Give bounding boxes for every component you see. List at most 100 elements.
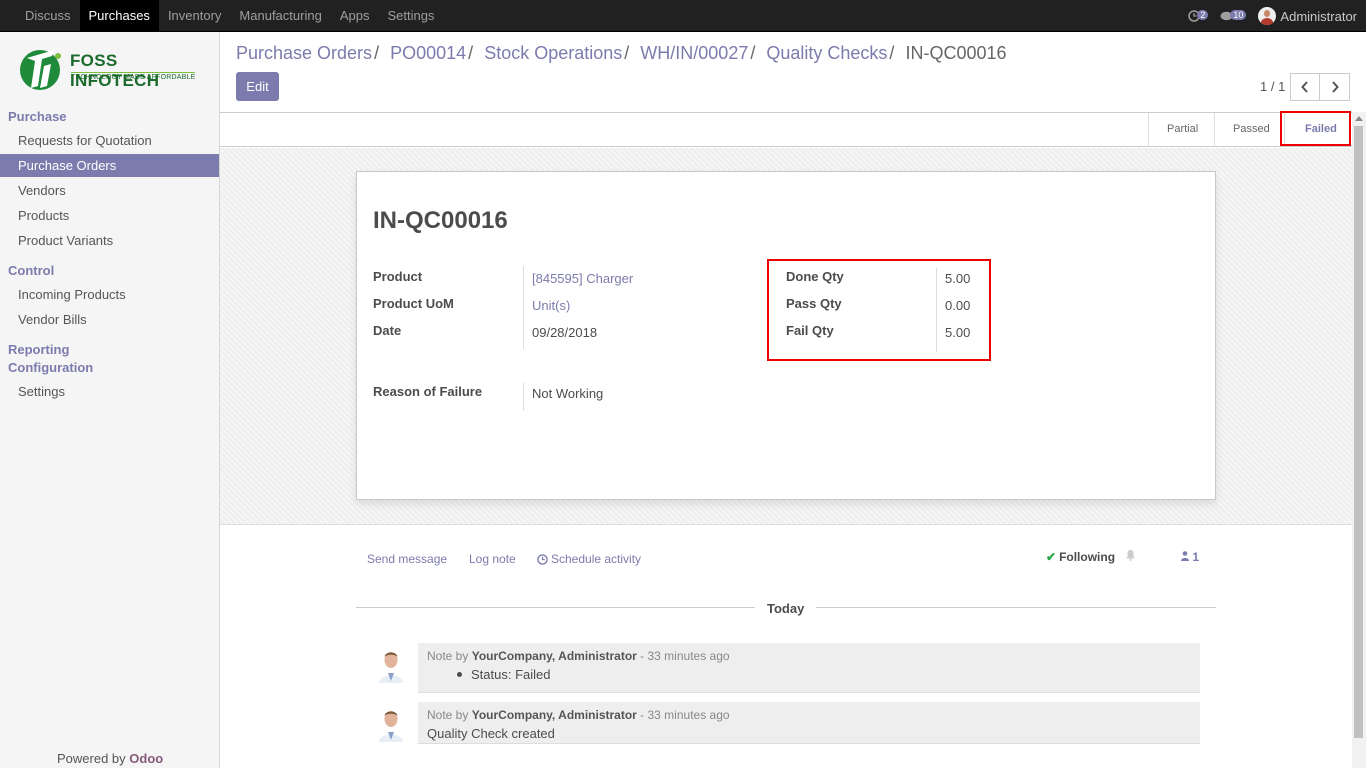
message-time: - 33 minutes ago bbox=[640, 708, 730, 722]
chevron-left-icon bbox=[1301, 81, 1308, 93]
reason-label: Reason of Failure bbox=[373, 384, 483, 399]
bell-icon[interactable] bbox=[1125, 549, 1136, 561]
message-item: Note by YourCompany, Administrator - 33 … bbox=[418, 643, 1200, 693]
uom-field[interactable]: Unit(s) bbox=[532, 298, 570, 313]
message-author-avatar bbox=[375, 645, 407, 683]
uom-label: Product UoM bbox=[373, 296, 454, 311]
breadcrumb-separator: / bbox=[374, 43, 380, 63]
breadcrumb-quality-checks[interactable]: Quality Checks bbox=[766, 43, 887, 63]
user-name: Administrator bbox=[1280, 8, 1357, 24]
breadcrumb-current: IN-QC00016 bbox=[905, 43, 1007, 63]
followers-button[interactable]: 1 bbox=[1181, 550, 1199, 564]
top-navbar: Discuss Purchases Inventory Manufacturin… bbox=[0, 0, 1366, 32]
message-header: Note by YourCompany, Administrator - 33 … bbox=[418, 702, 1200, 722]
message-count-badge: 10 bbox=[1230, 10, 1247, 20]
message-tracking: Status: Failed bbox=[418, 663, 1200, 682]
message-prefix: Note by bbox=[427, 649, 469, 663]
highlight-quantities bbox=[767, 259, 991, 361]
schedule-activity-button[interactable]: Schedule activity bbox=[537, 552, 641, 566]
sidebar-item-settings[interactable]: Settings bbox=[0, 380, 219, 403]
breadcrumb-separator: / bbox=[468, 43, 474, 63]
message-author-link[interactable]: YourCompany, Administrator bbox=[472, 649, 637, 663]
message-prefix: Note by bbox=[427, 708, 469, 722]
form-statusbar: Partial Passed Failed bbox=[220, 112, 1352, 147]
followers-count: 1 bbox=[1192, 550, 1200, 564]
author-avatar-icon bbox=[375, 704, 407, 742]
logo-name: FOSS INFOTECH bbox=[70, 51, 160, 90]
sidebar-item-vendors[interactable]: Vendors bbox=[0, 179, 219, 202]
scrollbar-thumb[interactable] bbox=[1354, 126, 1363, 738]
scroll-up-arrow-icon[interactable] bbox=[1355, 116, 1363, 121]
following-label: Following bbox=[1059, 550, 1116, 564]
breadcrumb-separator: / bbox=[750, 43, 756, 63]
breadcrumb-purchase-orders[interactable]: Purchase Orders bbox=[236, 43, 372, 63]
message-content: Quality Check created bbox=[427, 726, 555, 741]
following-button[interactable]: ✔ Following bbox=[1046, 550, 1115, 564]
pager-value[interactable]: 1 / 1 bbox=[1260, 79, 1285, 94]
menu-purchases[interactable]: Purchases bbox=[79, 0, 159, 32]
breadcrumb-separator: / bbox=[889, 43, 895, 63]
edit-button[interactable]: Edit bbox=[236, 72, 279, 101]
clock-icon bbox=[537, 553, 548, 565]
record-title: IN-QC00016 bbox=[373, 207, 508, 234]
highlight-failed-stage bbox=[1280, 111, 1351, 146]
message-tracking-value: Status: Failed bbox=[471, 667, 551, 682]
section-reporting[interactable]: Reporting bbox=[8, 342, 69, 357]
pager-previous-button[interactable] bbox=[1290, 73, 1320, 101]
menu-settings[interactable]: Settings bbox=[378, 0, 443, 32]
product-field[interactable]: [845595] Charger bbox=[532, 271, 633, 286]
logo-tagline: TECHNOLOGY MADE AFFORDABLE bbox=[71, 72, 196, 81]
breadcrumb: Purchase Orders / PO00014/ Stock Operatio… bbox=[236, 43, 1007, 64]
breadcrumb-separator: / bbox=[624, 43, 630, 63]
send-message-button[interactable]: Send message bbox=[367, 552, 447, 566]
section-purchase[interactable]: Purchase bbox=[8, 109, 67, 124]
product-label: Product bbox=[373, 269, 423, 284]
sidebar-item-products[interactable]: Products bbox=[0, 204, 219, 227]
sidebar-item-product-variants[interactable]: Product Variants bbox=[0, 229, 219, 252]
powered-brand-link[interactable]: Odoo bbox=[129, 751, 163, 766]
message-author-avatar bbox=[375, 704, 407, 742]
date-label: Date bbox=[373, 323, 402, 338]
company-logo: FOSS INFOTECH TECHNOLOGY MADE AFFORDABLE bbox=[18, 44, 203, 94]
date-field: 09/28/2018 bbox=[532, 325, 598, 340]
menu-apps[interactable]: Apps bbox=[331, 0, 379, 32]
check-icon: ✔ bbox=[1046, 550, 1057, 564]
menu-manufacturing[interactable]: Manufacturing bbox=[230, 0, 330, 32]
field-divider bbox=[523, 383, 524, 411]
log-note-button[interactable]: Log note bbox=[469, 552, 516, 566]
section-configuration[interactable]: Configuration bbox=[8, 360, 93, 375]
message-time: - 33 minutes ago bbox=[640, 649, 730, 663]
sidebar-item-incoming-products[interactable]: Incoming Products bbox=[0, 283, 219, 306]
stage-passed[interactable]: Passed bbox=[1214, 113, 1284, 146]
app-menu: Discuss Purchases Inventory Manufacturin… bbox=[16, 0, 443, 32]
stage-partial[interactable]: Partial bbox=[1148, 113, 1214, 146]
sidebar-item-purchase-orders[interactable]: Purchase Orders bbox=[0, 154, 219, 177]
user-menu[interactable]: Administrator bbox=[1258, 7, 1366, 25]
pager-next-button[interactable] bbox=[1320, 73, 1350, 101]
user-icon bbox=[1181, 551, 1189, 561]
vertical-scrollbar[interactable] bbox=[1352, 112, 1366, 768]
powered-by: Powered by Odoo bbox=[57, 751, 163, 766]
user-avatar bbox=[1258, 7, 1277, 25]
foss-logo-mark-icon bbox=[20, 50, 61, 90]
breadcrumb-po[interactable]: PO00014 bbox=[390, 43, 466, 63]
menu-discuss[interactable]: Discuss bbox=[16, 0, 80, 32]
sidebar-item-rfq[interactable]: Requests for Quotation bbox=[0, 129, 219, 152]
messaging-menu[interactable]: 10 bbox=[1220, 10, 1247, 22]
sidebar-item-vendor-bills[interactable]: Vendor Bills bbox=[0, 308, 219, 331]
pager-buttons bbox=[1290, 73, 1350, 101]
message-author-link[interactable]: YourCompany, Administrator bbox=[472, 708, 637, 722]
breadcrumb-stock-operations[interactable]: Stock Operations bbox=[484, 43, 622, 63]
menu-inventory[interactable]: Inventory bbox=[159, 0, 230, 32]
date-separator-today: Today bbox=[755, 601, 817, 616]
activity-menu[interactable]: 2 bbox=[1188, 10, 1209, 22]
field-divider bbox=[523, 266, 524, 349]
section-control[interactable]: Control bbox=[8, 263, 54, 278]
message-item: Note by YourCompany, Administrator - 33 … bbox=[418, 702, 1200, 744]
breadcrumb-picking[interactable]: WH/IN/00027 bbox=[640, 43, 748, 63]
message-header: Note by YourCompany, Administrator - 33 … bbox=[418, 643, 1200, 663]
schedule-activity-label: Schedule activity bbox=[551, 552, 642, 566]
bullet bbox=[457, 672, 462, 677]
systray: 2 10 Administrator bbox=[1188, 0, 1366, 32]
sidebar: FOSS INFOTECH TECHNOLOGY MADE AFFORDABLE… bbox=[0, 32, 220, 768]
